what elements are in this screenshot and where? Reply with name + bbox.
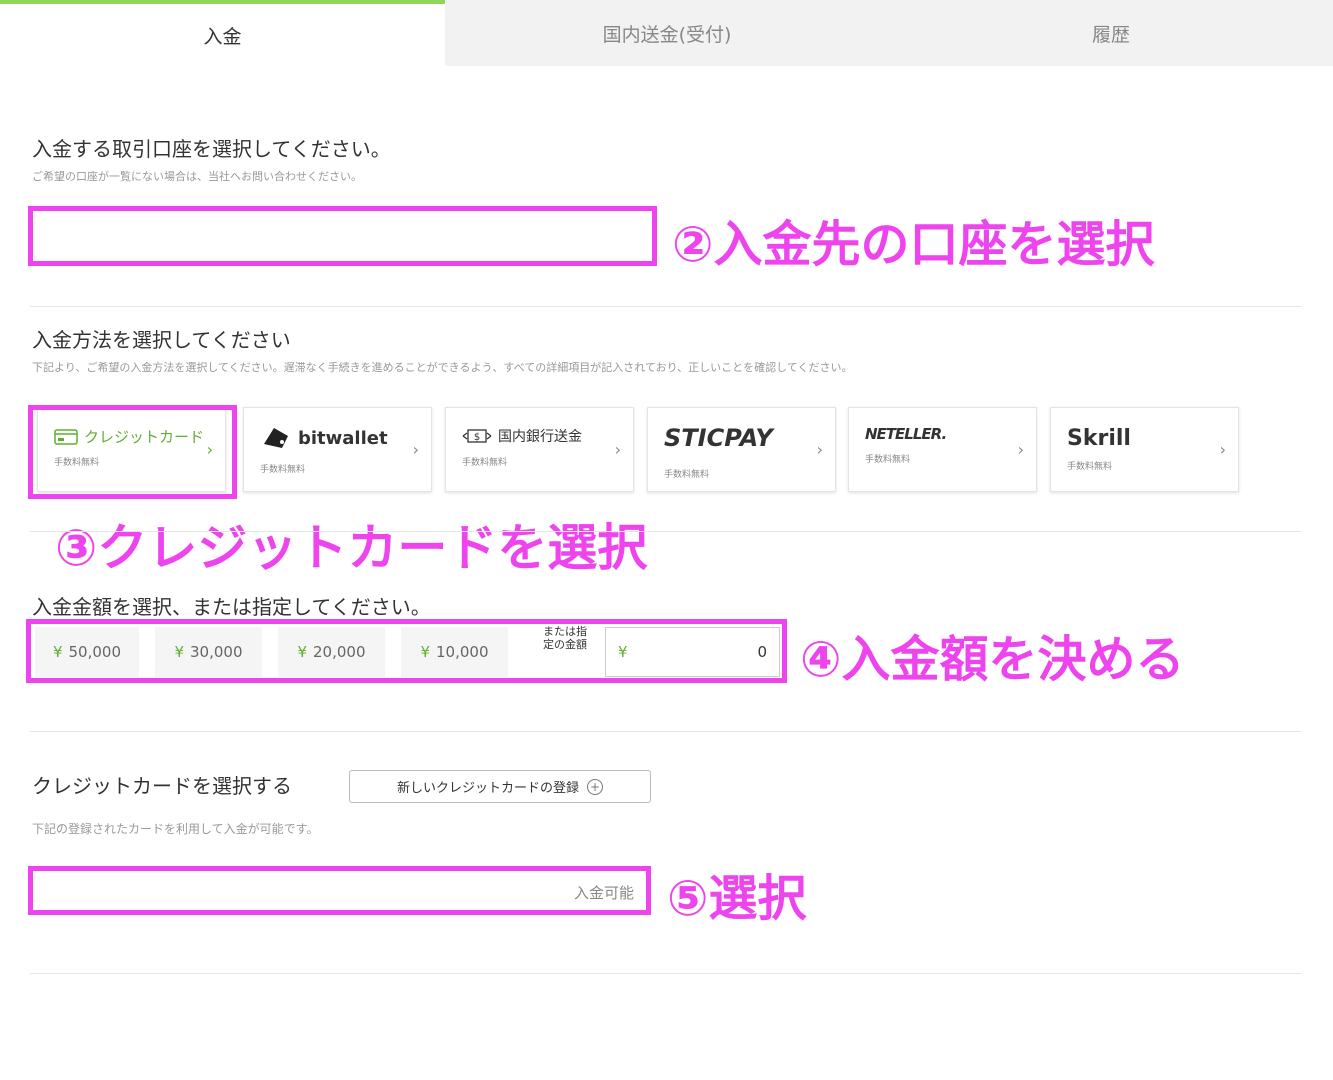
bank-transfer-icon: $ bbox=[462, 429, 492, 443]
account-section-title: 入金する取引口座を選択してください。 bbox=[32, 137, 391, 161]
payment-option-fee: 手数料無料 bbox=[1067, 462, 1113, 472]
account-select[interactable] bbox=[28, 206, 657, 266]
tab-history[interactable]: 履歴 bbox=[889, 0, 1333, 66]
annotation-select-card: ⑤選択 bbox=[667, 870, 807, 927]
sticpay-logo: STICPAY bbox=[664, 424, 773, 452]
payment-option-sticpay[interactable]: STICPAY 手数料無料 › bbox=[647, 407, 836, 492]
saved-card-select[interactable]: 入金可能 bbox=[28, 866, 651, 915]
divider bbox=[30, 973, 1301, 974]
payment-option-fee: 手数料無料 bbox=[462, 458, 508, 468]
annotation-select-account: ②入金先の口座を選択 bbox=[672, 216, 1155, 273]
payment-option-label: 国内銀行送金 bbox=[498, 429, 582, 445]
method-section-note: 下記より、ご希望の入金方法を選択してください。遅滞なく手続きを進めることができる… bbox=[32, 361, 853, 374]
svg-text:$: $ bbox=[474, 432, 480, 443]
payment-option-fee: 手数料無料 bbox=[865, 455, 911, 465]
chevron-right-icon: › bbox=[614, 440, 621, 459]
payment-option-label: bitwallet bbox=[298, 427, 388, 449]
tab-domestic-transfer[interactable]: 国内送金(受付) bbox=[445, 0, 889, 66]
skrill-logo: Skrill bbox=[1067, 426, 1131, 451]
divider bbox=[30, 306, 1301, 307]
account-section-note: ご希望の口座が一覧にない場合は、当社へお問い合わせください。 bbox=[32, 170, 362, 183]
neteller-logo: NETELLER. bbox=[865, 425, 947, 443]
card-section-note: 下記の登録されたカードを利用して入金が可能です。 bbox=[32, 822, 319, 836]
payment-option-bitwallet[interactable]: bitwallet 手数料無料 › bbox=[243, 407, 432, 492]
chevron-right-icon: › bbox=[1017, 440, 1024, 459]
chevron-right-icon: › bbox=[412, 440, 419, 459]
payment-option-fee: 手数料無料 bbox=[664, 470, 710, 480]
tab-bar: 入金 国内送金(受付) 履歴 bbox=[0, 0, 1333, 66]
annotation-decide-amount: ④入金額を決める bbox=[800, 631, 1185, 688]
divider bbox=[30, 731, 1301, 732]
highlight-amount bbox=[26, 619, 787, 683]
method-section-title: 入金方法を選択してください bbox=[32, 328, 291, 352]
bitwallet-logo-icon bbox=[264, 428, 288, 448]
card-status: 入金可能 bbox=[573, 884, 634, 902]
annotation-select-credit-card: ③クレジットカードを選択 bbox=[55, 519, 648, 577]
card-section-title: クレジットカードを選択する bbox=[32, 774, 292, 798]
divider bbox=[30, 531, 1301, 532]
highlight-credit-card bbox=[28, 405, 237, 499]
tab-deposit[interactable]: 入金 bbox=[0, 0, 445, 66]
amount-section-title: 入金金額を選択、または指定してください。 bbox=[32, 595, 431, 619]
register-new-card-button[interactable]: 新しいクレジットカードの登録 + bbox=[349, 770, 651, 803]
payment-option-bank-transfer[interactable]: $ 国内銀行送金 手数料無料 › bbox=[445, 407, 634, 492]
payment-option-neteller[interactable]: NETELLER. 手数料無料 › bbox=[848, 407, 1037, 492]
chevron-right-icon: › bbox=[1219, 440, 1226, 459]
plus-circle-icon: + bbox=[587, 778, 603, 795]
payment-option-fee: 手数料無料 bbox=[260, 465, 306, 475]
chevron-right-icon: › bbox=[816, 440, 823, 459]
payment-option-skrill[interactable]: Skrill 手数料無料 › bbox=[1050, 407, 1239, 492]
